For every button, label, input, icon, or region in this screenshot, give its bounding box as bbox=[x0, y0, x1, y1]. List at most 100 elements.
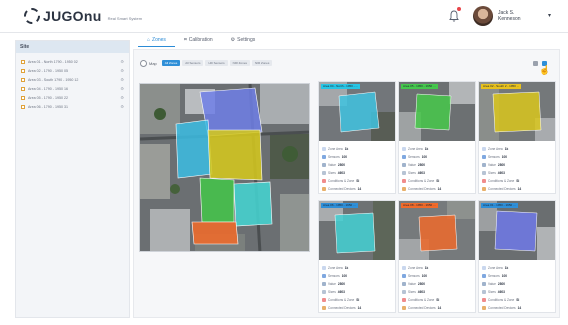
device-icon bbox=[402, 187, 406, 191]
camera-image bbox=[479, 201, 555, 260]
metric-value: 4603 bbox=[497, 171, 505, 175]
list-view-icon[interactable] bbox=[533, 61, 538, 66]
checkbox-icon[interactable] bbox=[21, 86, 25, 91]
metric-label: Connected Devices bbox=[328, 187, 356, 191]
metric-row: Value 2800 bbox=[482, 280, 554, 288]
gear-icon[interactable]: ⚙ bbox=[120, 77, 124, 82]
mouse-cursor-icon: ☝ bbox=[539, 65, 551, 75]
map-toggle[interactable] bbox=[140, 59, 147, 67]
zone-overlay bbox=[338, 91, 380, 133]
camera-feed[interactable] bbox=[319, 82, 395, 141]
checkbox-icon[interactable] bbox=[21, 59, 25, 64]
site-sidebar: Site Area 01 - North 1790 - 1950 02 ⚙ Are… bbox=[15, 40, 130, 318]
area-icon bbox=[322, 147, 326, 151]
zone-yellow[interactable] bbox=[207, 129, 263, 181]
area-icon bbox=[402, 266, 406, 270]
checkbox-icon[interactable] bbox=[21, 68, 25, 73]
metric-row: Conditions & Zone SI bbox=[322, 177, 394, 185]
site-item[interactable]: Area 02 - 1790 - 1950 05 ⚙ bbox=[16, 66, 129, 75]
notification-badge bbox=[457, 7, 461, 11]
settings-icon: ⚙ bbox=[230, 37, 236, 43]
metric-row: Connected Devices 14 bbox=[322, 185, 394, 193]
filter-chip[interactable]: NIR Zones bbox=[229, 60, 250, 66]
tab-label: Calibration bbox=[188, 37, 213, 43]
site-item[interactable]: Area 05 - 1790 - 1950 22 ⚙ bbox=[16, 93, 129, 102]
metric-row: Sizes 4603 bbox=[482, 169, 554, 177]
camera-card[interactable]: Area 04 - North - 1950 - ... Zone Area 1k… bbox=[318, 81, 396, 194]
camera-feed[interactable] bbox=[399, 201, 475, 260]
metric-value: 4603 bbox=[337, 290, 345, 294]
site-item-label: Area 02 - 1790 - 1950 05 bbox=[28, 68, 68, 73]
metric-row: Connected Devices 14 bbox=[322, 304, 394, 312]
camera-card[interactable]: Area 08 - 1950 - 1950 ... Zone Area 1k Se… bbox=[398, 200, 476, 313]
tab-zones[interactable]: ⌂ Zones bbox=[138, 33, 175, 47]
filter-chip[interactable]: All Sensors bbox=[182, 60, 204, 66]
checkbox-icon[interactable] bbox=[21, 95, 25, 100]
checkbox-icon[interactable] bbox=[21, 104, 25, 109]
zone-overlay bbox=[414, 93, 452, 131]
logo[interactable]: JUGOnu Real Smart System bbox=[24, 8, 142, 24]
site-item[interactable]: Area 03 - South 1790 - 1950 12 ⚙ bbox=[16, 75, 129, 84]
metric-label: Sensors bbox=[488, 155, 500, 159]
metric-value: 100 bbox=[421, 155, 428, 159]
zone-teal[interactable] bbox=[233, 181, 273, 227]
metric-label: Conditions & Zone bbox=[408, 179, 435, 183]
checkbox-icon[interactable] bbox=[21, 77, 25, 82]
site-item-label: Area 01 - North 1790 - 1950 02 bbox=[28, 59, 78, 64]
metric-row: Conditions & Zone SI bbox=[402, 296, 474, 304]
value-icon bbox=[402, 163, 406, 167]
alert-icon bbox=[402, 179, 406, 183]
alert-icon bbox=[482, 298, 486, 302]
metric-value: 1k bbox=[424, 147, 429, 151]
gear-icon[interactable]: ⚙ bbox=[120, 104, 124, 109]
metric-value: 1k bbox=[344, 147, 349, 151]
filter-chip[interactable]: HD Sensors bbox=[205, 60, 228, 66]
metric-value: 4603 bbox=[417, 290, 425, 294]
sensor-icon bbox=[402, 274, 406, 278]
bell-icon[interactable] bbox=[449, 10, 459, 22]
zone-cyan[interactable] bbox=[175, 119, 213, 179]
gear-icon[interactable]: ⚙ bbox=[120, 86, 124, 91]
metric-value: SI bbox=[436, 179, 440, 183]
tab-settings[interactable]: ⚙ Settings bbox=[222, 33, 265, 47]
metric-row: Value 2800 bbox=[322, 280, 394, 288]
camera-feed[interactable] bbox=[479, 201, 555, 260]
metric-value: 14 bbox=[517, 187, 522, 191]
device-icon bbox=[402, 306, 406, 310]
aerial-map[interactable] bbox=[139, 83, 310, 252]
metric-row: Sensors 100 bbox=[402, 272, 474, 280]
card-metrics: Zone Area 1k Sensors 100 Value 2800 Sizes 46… bbox=[482, 145, 554, 193]
app-header: JUGOnu Real Smart System Jack S. Kenneso… bbox=[0, 0, 568, 33]
camera-card[interactable]: Area 06 - 1950 - 1950 ... Zone Area 1k Se… bbox=[318, 200, 396, 313]
filter-chip[interactable]: NIR Zones bbox=[252, 60, 273, 66]
site-item[interactable]: Area 04 - 1790 - 1950 16 ⚙ bbox=[16, 84, 129, 93]
site-item[interactable]: Area 06 - 1790 - 1950 31 ⚙ bbox=[16, 102, 129, 111]
site-item[interactable]: Area 01 - North 1790 - 1950 02 ⚙ bbox=[16, 57, 129, 66]
user-name[interactable]: Jack S. Kenneson bbox=[498, 10, 534, 22]
metric-label: Sizes bbox=[328, 290, 336, 294]
camera-card[interactable]: Area 02 - South 2 - 1950 ... Zone Area 1k… bbox=[478, 81, 556, 194]
area-icon bbox=[482, 266, 486, 270]
metric-row: Conditions & Zone SI bbox=[482, 177, 554, 185]
camera-card[interactable]: Area 05 - 1950 - 1950 ... Zone Area 1k Se… bbox=[398, 81, 476, 194]
filter-toolbar: Map All Zones All Sensors HD Sensors NIR… bbox=[140, 58, 273, 68]
zone-purple[interactable] bbox=[199, 87, 263, 137]
zone-green[interactable] bbox=[199, 177, 235, 223]
camera-feed[interactable] bbox=[479, 82, 555, 141]
user-menu-chevron-icon[interactable]: ▾ bbox=[548, 12, 551, 19]
metric-value: SI bbox=[436, 298, 440, 302]
gear-icon[interactable]: ⚙ bbox=[120, 95, 124, 100]
gear-icon[interactable]: ⚙ bbox=[120, 68, 124, 73]
gear-icon[interactable]: ⚙ bbox=[120, 59, 124, 64]
zone-orange[interactable] bbox=[191, 221, 239, 245]
avatar[interactable] bbox=[473, 6, 493, 26]
camera-feed[interactable] bbox=[319, 201, 395, 260]
camera-image bbox=[319, 201, 395, 260]
tab-calibration[interactable]: ⌗ Calibration bbox=[175, 33, 222, 47]
camera-feed[interactable] bbox=[399, 82, 475, 141]
metric-row: Zone Area 1k bbox=[322, 145, 394, 153]
camera-card[interactable]: Area 01 - 1950 - 1950 ... Zone Area 1k Se… bbox=[478, 200, 556, 313]
alert-icon bbox=[322, 179, 326, 183]
metric-label: Conditions & Zone bbox=[328, 298, 355, 302]
filter-chip[interactable]: All Zones bbox=[161, 60, 181, 66]
